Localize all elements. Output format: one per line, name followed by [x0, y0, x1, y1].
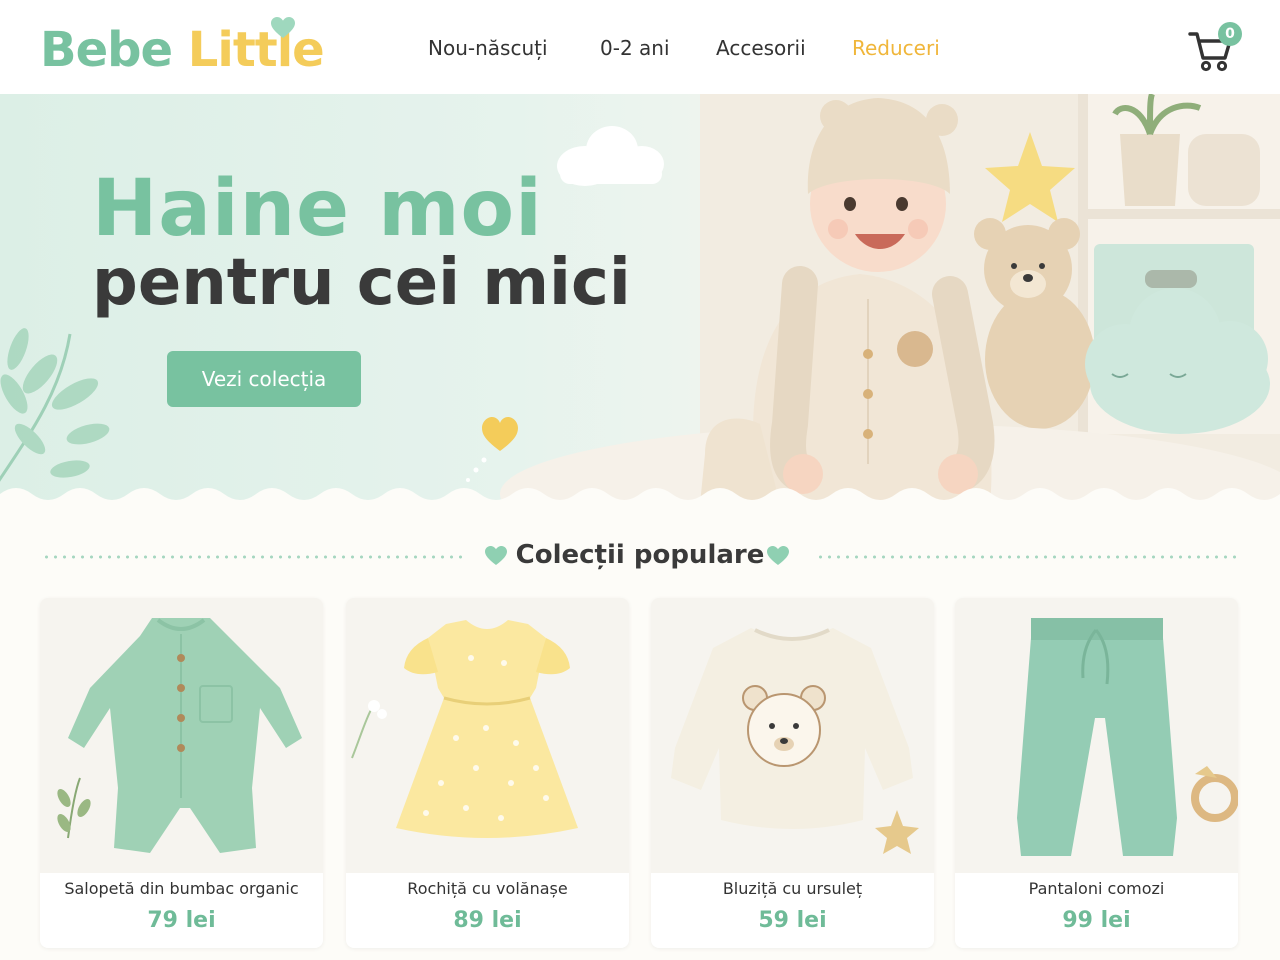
product-card-pants[interactable]: Pantaloni comozi 99 lei	[955, 598, 1238, 948]
hero-title-line1: Haine moi	[92, 164, 543, 254]
site-header: Bebe Little Nou-născuți 0-2 ani Accesori…	[0, 0, 1280, 94]
product-name: Salopetă din bumbac organic	[64, 879, 299, 898]
product-image-dress	[346, 598, 629, 873]
product-image-pants	[955, 598, 1238, 873]
product-price: 89 lei	[453, 908, 522, 933]
hero-title-line2: pentru cei mici	[92, 246, 631, 320]
product-price: 59 lei	[758, 908, 827, 933]
product-price: 79 lei	[147, 908, 216, 933]
section-divider-right	[816, 555, 1238, 559]
section-title-popular-collections: Colecții populare	[515, 540, 765, 570]
product-image-romper	[40, 598, 323, 873]
main-nav: Nou-născuți 0-2 ani Accesorii Reduceri	[0, 36, 1280, 66]
heart-decoration	[482, 417, 518, 451]
product-name: Rochiță cu volănașe	[407, 879, 568, 898]
product-image-sweater	[651, 598, 934, 873]
product-name: Bluziță cu ursuleț	[722, 879, 863, 898]
product-price: 99 lei	[1062, 908, 1131, 933]
product-name: Pantaloni comozi	[1028, 879, 1165, 898]
nav-item-nou-nascuti[interactable]: Nou-născuți	[428, 36, 548, 60]
nav-item-0-2-ani[interactable]: 0-2 ani	[600, 36, 670, 60]
leaf-branch-decoration	[0, 328, 110, 482]
product-card-romper[interactable]: Salopetă din bumbac organic 79 lei	[40, 598, 323, 948]
product-card-dress[interactable]: Rochiță cu volănașe 89 lei	[346, 598, 629, 948]
view-collection-button[interactable]: Vezi colecția	[167, 351, 361, 407]
section-divider-left	[42, 555, 464, 559]
nav-item-accesorii[interactable]: Accesorii	[716, 36, 806, 60]
nav-item-reduceri[interactable]: Reduceri	[852, 36, 940, 60]
cloud-decoration	[557, 126, 664, 186]
product-card-sweater[interactable]: Bluziță cu ursuleț 59 lei	[651, 598, 934, 948]
hero-banner: Haine moi pentru cei mici Vezi colecția	[0, 94, 1280, 504]
cart-count-badge: 0	[1218, 22, 1242, 46]
